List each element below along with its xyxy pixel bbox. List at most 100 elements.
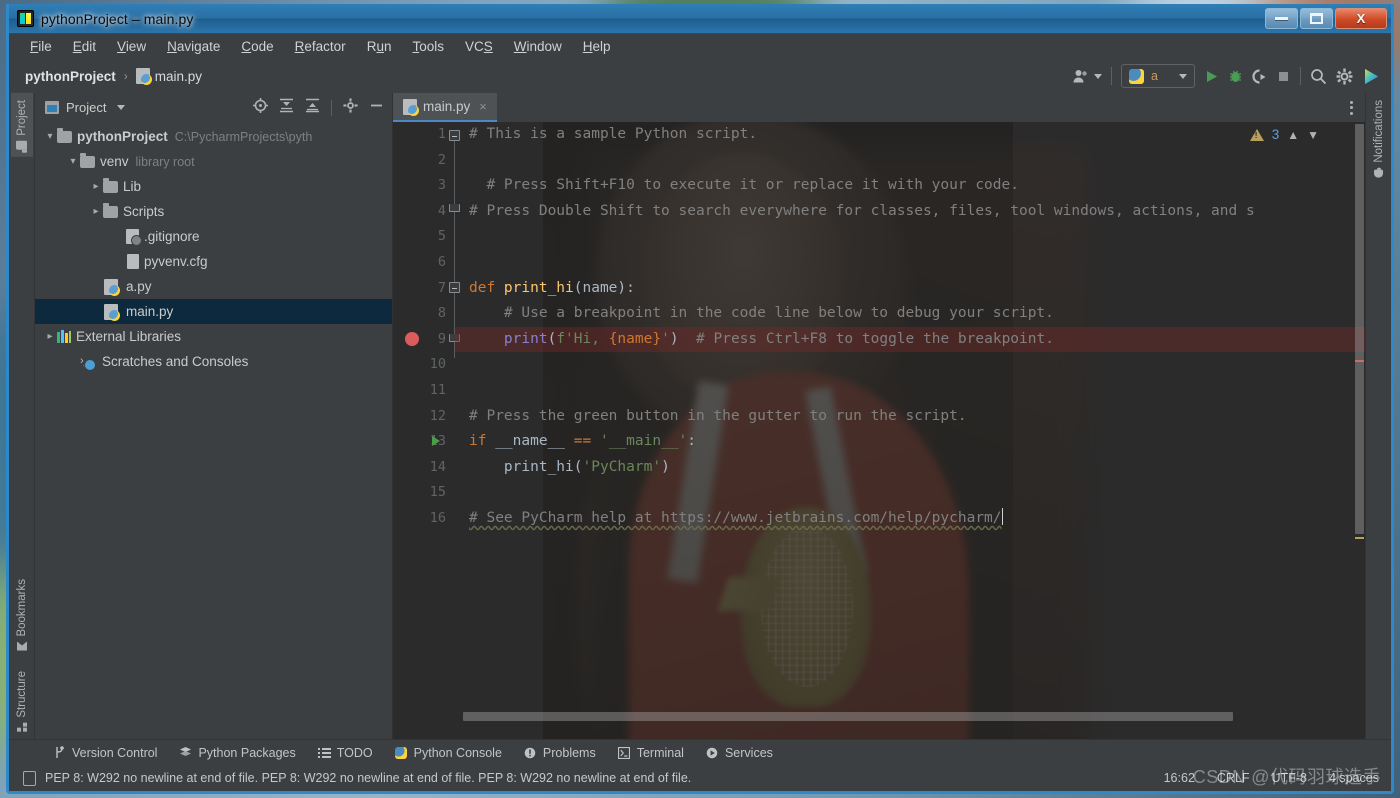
search-icon[interactable]	[1310, 68, 1327, 85]
menu-help[interactable]: Help	[574, 36, 620, 57]
tree-node-scratches[interactable]: ›_ Scratches and Consoles	[35, 349, 392, 374]
close-icon[interactable]: ×	[479, 99, 487, 114]
line-number: 5	[437, 228, 446, 245]
breakpoint-icon[interactable]	[405, 332, 419, 347]
menu-window[interactable]: Window	[505, 36, 571, 57]
code-editor[interactable]: 1 2 3 4 5 6 7 8 9 10 11 12 13 14 15 16 #…	[393, 122, 1365, 739]
run-with-coverage-icon[interactable]	[1252, 68, 1267, 84]
toolbar-divider-2	[1300, 67, 1301, 85]
locate-target-icon[interactable]	[253, 97, 268, 118]
chevron-down-icon[interactable]: ▾	[66, 156, 80, 167]
chevron-down-icon[interactable]: ▼	[1307, 128, 1319, 142]
plugin-icon[interactable]	[1362, 67, 1381, 86]
editor-gutter[interactable]: 1 2 3 4 5 6 7 8 9 10 11 12 13 14 15 16	[393, 122, 460, 739]
chevron-up-icon[interactable]: ▲	[1287, 128, 1299, 142]
line-separator[interactable]: CRLF	[1217, 771, 1250, 785]
settings-gear-icon[interactable]	[343, 97, 358, 118]
tree-node-gitignore[interactable]: .gitignore	[35, 224, 392, 249]
indent-setting[interactable]: 4 spaces	[1329, 771, 1379, 785]
sidebar-item-label: Structure	[15, 671, 28, 718]
tool-tab-problems[interactable]: Problems	[524, 746, 596, 760]
warning-triangle-icon[interactable]	[1249, 128, 1264, 141]
close-button[interactable]: X	[1335, 8, 1387, 29]
python-icon	[1129, 68, 1145, 84]
tab-main-py[interactable]: main.py ×	[393, 93, 497, 122]
chevron-right-icon[interactable]: ▸	[89, 206, 103, 217]
error-stripe-marker[interactable]	[1355, 360, 1364, 362]
tool-tab-python-packages[interactable]: Python Packages	[179, 746, 296, 760]
account-icon[interactable]	[1073, 69, 1103, 84]
text-caret	[1001, 507, 1004, 525]
chevron-right-icon[interactable]: ▸	[43, 331, 57, 342]
tool-tab-label: Problems	[542, 745, 596, 760]
run-icon[interactable]	[1204, 69, 1219, 84]
chevron-down-icon[interactable]	[117, 105, 126, 110]
sidebar-item-bookmarks[interactable]: Bookmarks	[11, 572, 33, 658]
settings-gear-icon[interactable]	[1336, 68, 1353, 85]
breadcrumb-file[interactable]: main.py	[155, 69, 202, 84]
more-options-icon[interactable]	[1338, 93, 1365, 122]
sidebar-item-structure[interactable]: Structure	[11, 657, 33, 739]
sidebar-item-notifications[interactable]: Notifications	[1368, 93, 1390, 191]
tool-tab-terminal[interactable]: Terminal	[618, 746, 684, 760]
menu-file[interactable]: File	[21, 36, 61, 57]
chevron-down-icon[interactable]: ▾	[43, 131, 57, 142]
tool-tab-python-console[interactable]: Python Console	[395, 746, 502, 760]
menu-code[interactable]: Code	[232, 36, 282, 57]
left-tool-stripe: Project Bookmarks Structure	[9, 93, 35, 739]
code-line-12: # Press the green button in the gutter t…	[469, 407, 967, 424]
desktop-root: pythonProject – main.py X File Edit View…	[0, 0, 1400, 798]
menu-navigate[interactable]: Navigate	[158, 36, 229, 57]
panel-toolbar-divider	[331, 99, 332, 116]
menu-tools[interactable]: Tools	[403, 36, 453, 57]
hide-panel-icon[interactable]	[369, 98, 384, 118]
menu-view[interactable]: View	[108, 36, 155, 57]
stop-icon[interactable]	[1276, 69, 1291, 84]
scrollbar-thumb[interactable]	[463, 712, 1233, 721]
tree-node-pyvenv-cfg[interactable]: pyvenv.cfg	[35, 249, 392, 274]
expand-all-icon[interactable]	[279, 98, 294, 118]
run-configuration-selector[interactable]: a	[1121, 64, 1195, 88]
tool-tab-todo[interactable]: TODO	[317, 746, 373, 760]
status-bar: PEP 8: W292 no newline at end of file. P…	[9, 765, 1391, 791]
code-line-14: print_hi('PyCharm')	[469, 458, 670, 475]
tool-tab-services[interactable]: Services	[706, 746, 773, 760]
menu-refactor[interactable]: Refactor	[286, 36, 355, 57]
code-surface: 1 2 3 4 5 6 7 8 9 10 11 12 13 14 15 16 #…	[393, 122, 1365, 739]
bell-icon	[1373, 168, 1384, 179]
maximize-button[interactable]	[1300, 8, 1333, 29]
collapse-all-icon[interactable]	[305, 98, 320, 118]
editor-vertical-scrollbar[interactable]	[1353, 122, 1365, 739]
memory-indicator-icon[interactable]	[23, 770, 36, 786]
editor-horizontal-scrollbar[interactable]	[455, 712, 1351, 721]
caret-position[interactable]: 16:62	[1164, 771, 1195, 785]
tree-node-scripts[interactable]: ▸ Scripts	[35, 199, 392, 224]
tree-node-venv[interactable]: ▾ venv library root	[35, 149, 392, 174]
chevron-right-icon[interactable]: ▸	[89, 181, 103, 192]
tool-tab-label: Terminal	[636, 745, 684, 760]
tree-node-main-py[interactable]: main.py	[35, 299, 392, 324]
libraries-icon	[57, 330, 71, 343]
error-stripe-marker[interactable]	[1355, 537, 1364, 539]
tool-tab-version-control[interactable]: Version Control	[53, 746, 157, 760]
folder-icon	[103, 177, 118, 193]
line-number: 11	[429, 381, 446, 398]
scrollbar-thumb[interactable]	[1355, 124, 1364, 534]
tree-node-label: Scratches and Consoles	[102, 354, 249, 369]
run-gutter-icon[interactable]	[432, 436, 440, 447]
tree-node-lib[interactable]: ▸ Lib	[35, 174, 392, 199]
tree-node-pythonproject[interactable]: ▾ pythonProject C:\PycharmProjects\pyth	[35, 124, 392, 149]
debug-icon[interactable]	[1228, 69, 1243, 84]
minimize-button[interactable]	[1265, 8, 1298, 29]
menu-run[interactable]: Run	[358, 36, 401, 57]
line-number: 6	[437, 253, 446, 270]
tree-node-external-libraries[interactable]: ▸ External Libraries	[35, 324, 392, 349]
code-text[interactable]: # This is a sample Python script. # Pres…	[455, 122, 1365, 739]
file-encoding[interactable]: UTF-8	[1272, 771, 1307, 785]
tree-node-a-py[interactable]: a.py	[35, 274, 392, 299]
menu-vcs[interactable]: VCS	[456, 36, 502, 57]
breadcrumb-project[interactable]: pythonProject	[25, 69, 116, 84]
sidebar-item-project[interactable]: Project	[10, 93, 33, 157]
menu-edit[interactable]: Edit	[64, 36, 105, 57]
